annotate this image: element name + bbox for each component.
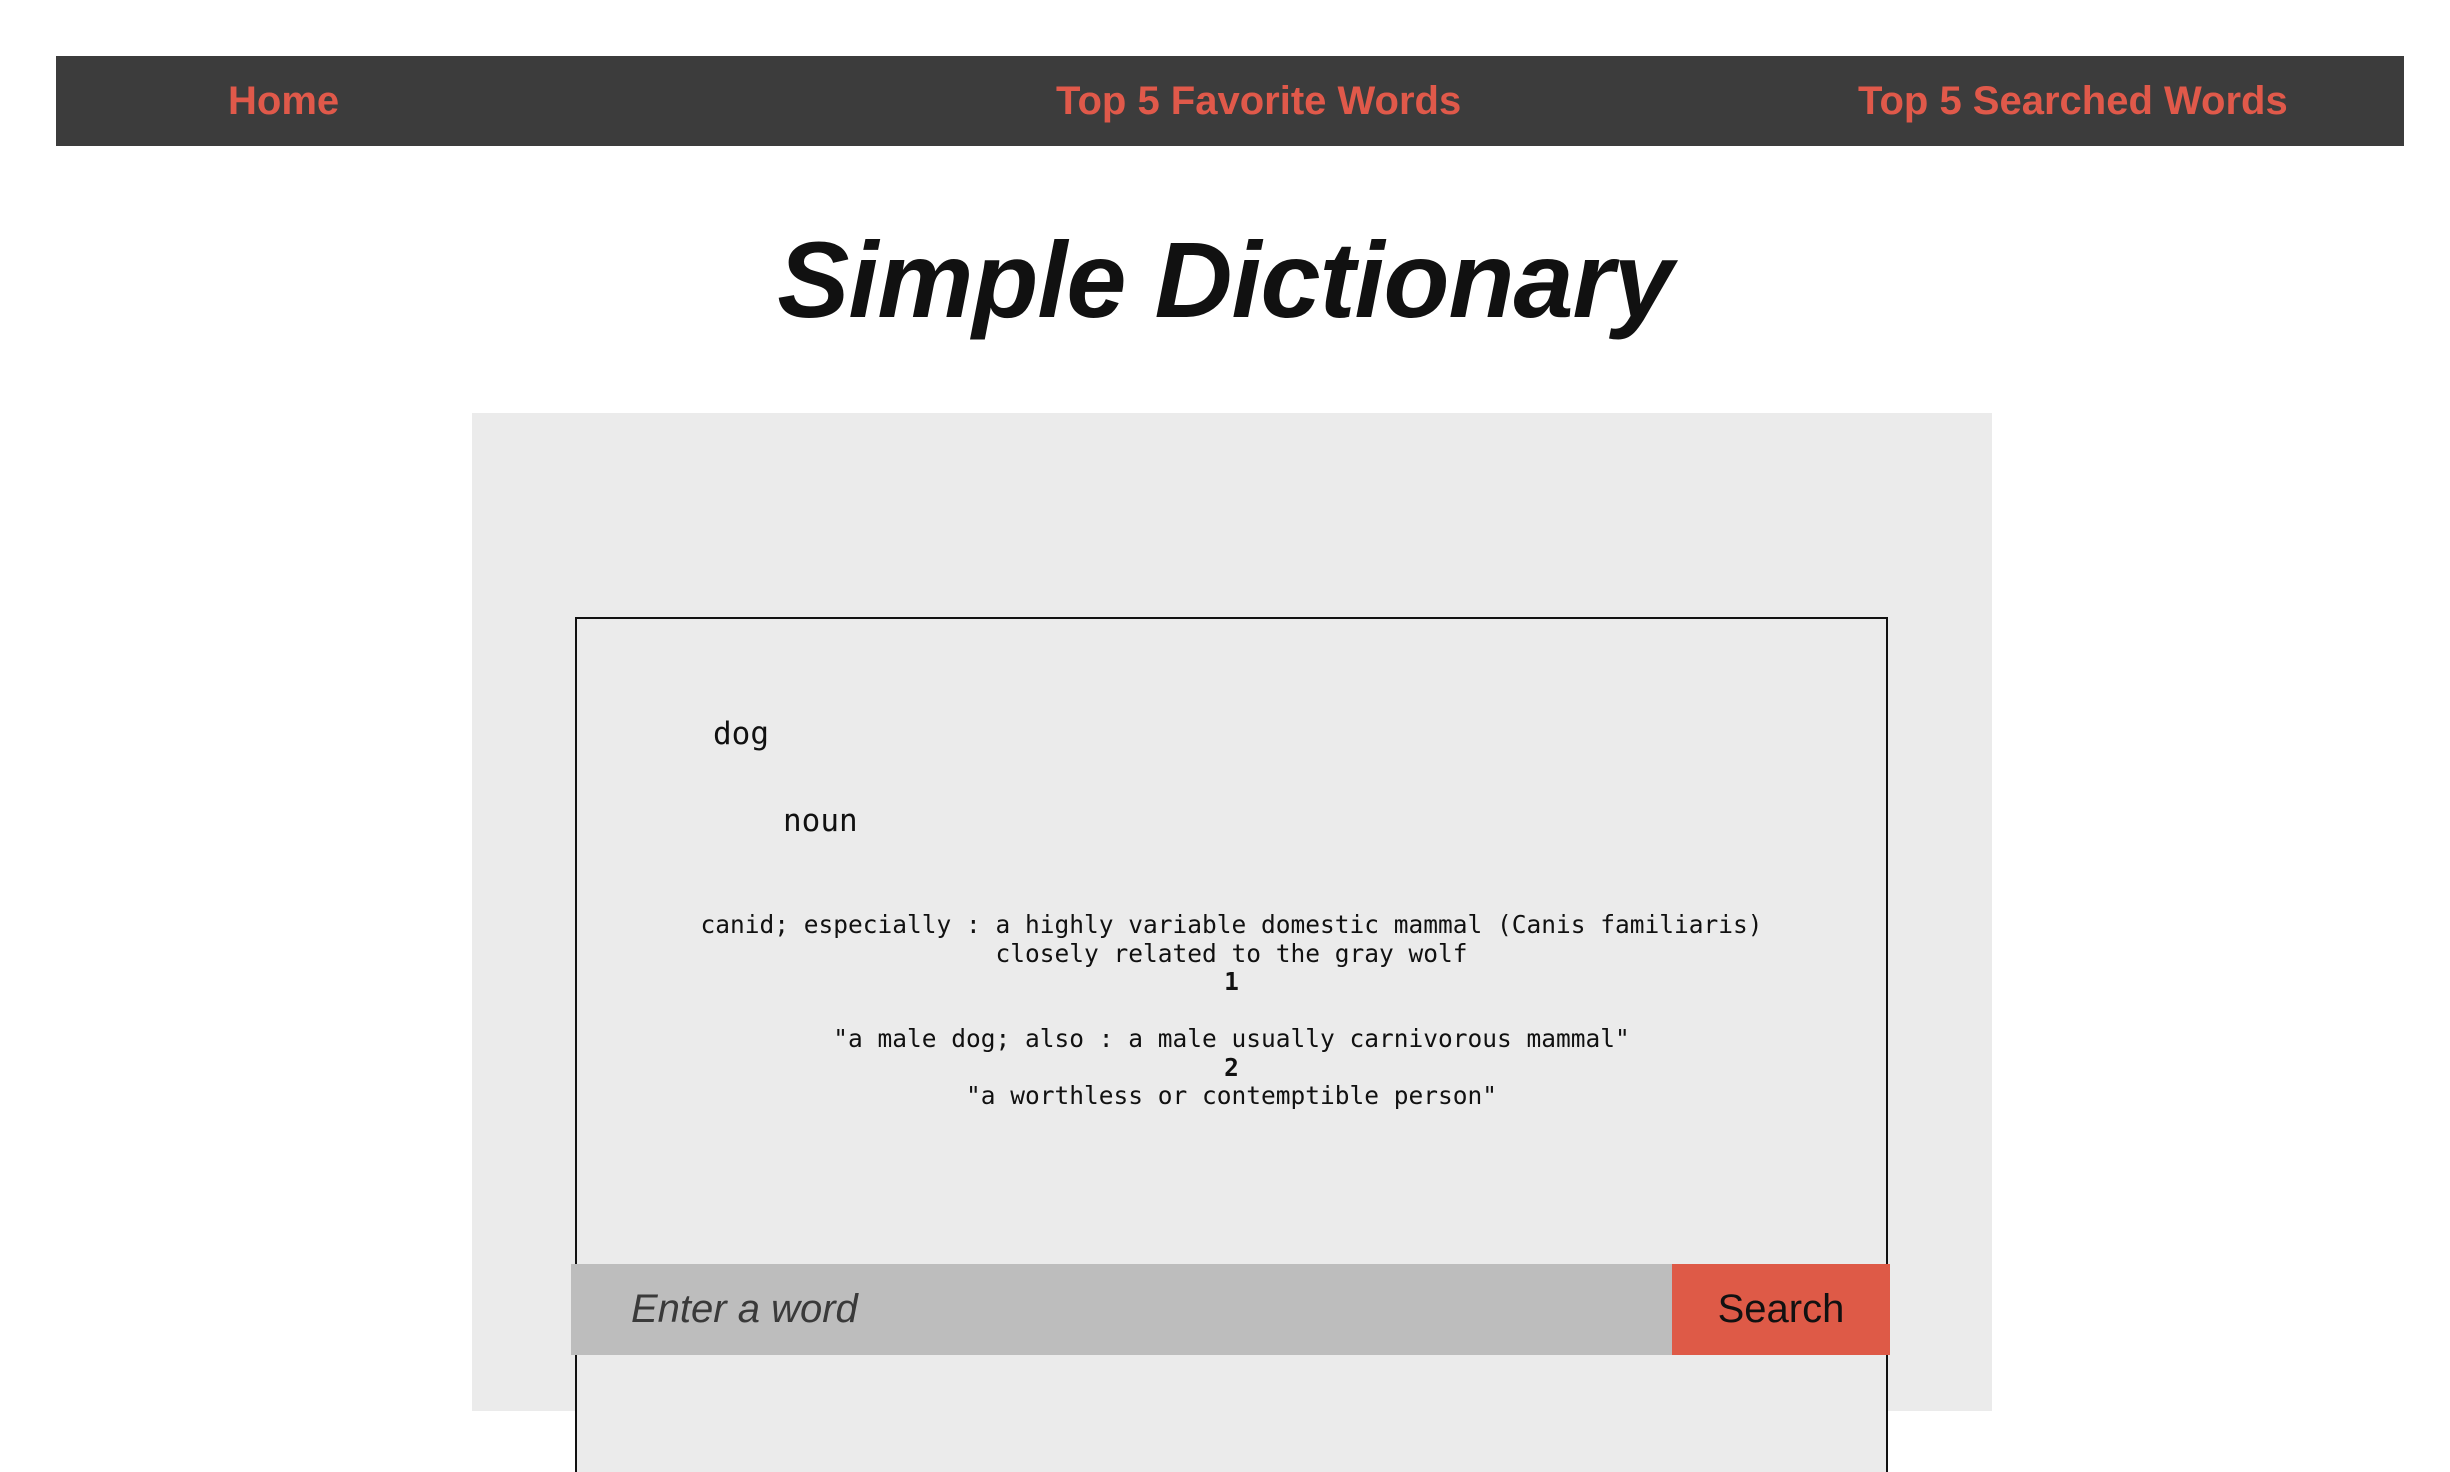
definition-text-2: "a worthless or contemptible person" <box>965 1081 1497 1110</box>
definition-list: canid; especially : a highly variable do… <box>577 910 1886 1111</box>
result-word: dog <box>713 716 769 752</box>
top-navbar: Home Top 5 Favorite Words Top 5 Searched… <box>56 56 2404 146</box>
page-title: Simple Dictionary <box>777 219 1673 340</box>
definition-intro-line-1: canid; especially : a highly variable do… <box>700 910 1763 939</box>
definition-intro-line-2: closely related to the gray wolf <box>995 938 1468 968</box>
definition-text-1: "a male dog; also : a male usually carni… <box>833 1024 1630 1053</box>
search-button[interactable]: Search <box>1672 1264 1890 1355</box>
nav-link-top-favorite-words[interactable]: Top 5 Favorite Words <box>1056 56 1461 146</box>
definition-number-1: 1 <box>1224 967 1239 996</box>
nav-link-home[interactable]: Home <box>228 56 339 146</box>
part-of-speech: noun <box>783 803 858 839</box>
word-search-input[interactable] <box>571 1264 1672 1355</box>
nav-link-top-searched-words[interactable]: Top 5 Searched Words <box>1858 56 2288 146</box>
dictionary-panel: dog noun canid; especially : a highly va… <box>472 413 1992 1472</box>
definition-spacer <box>577 997 1886 1026</box>
definition-number-2: 2 <box>1224 1052 1239 1082</box>
